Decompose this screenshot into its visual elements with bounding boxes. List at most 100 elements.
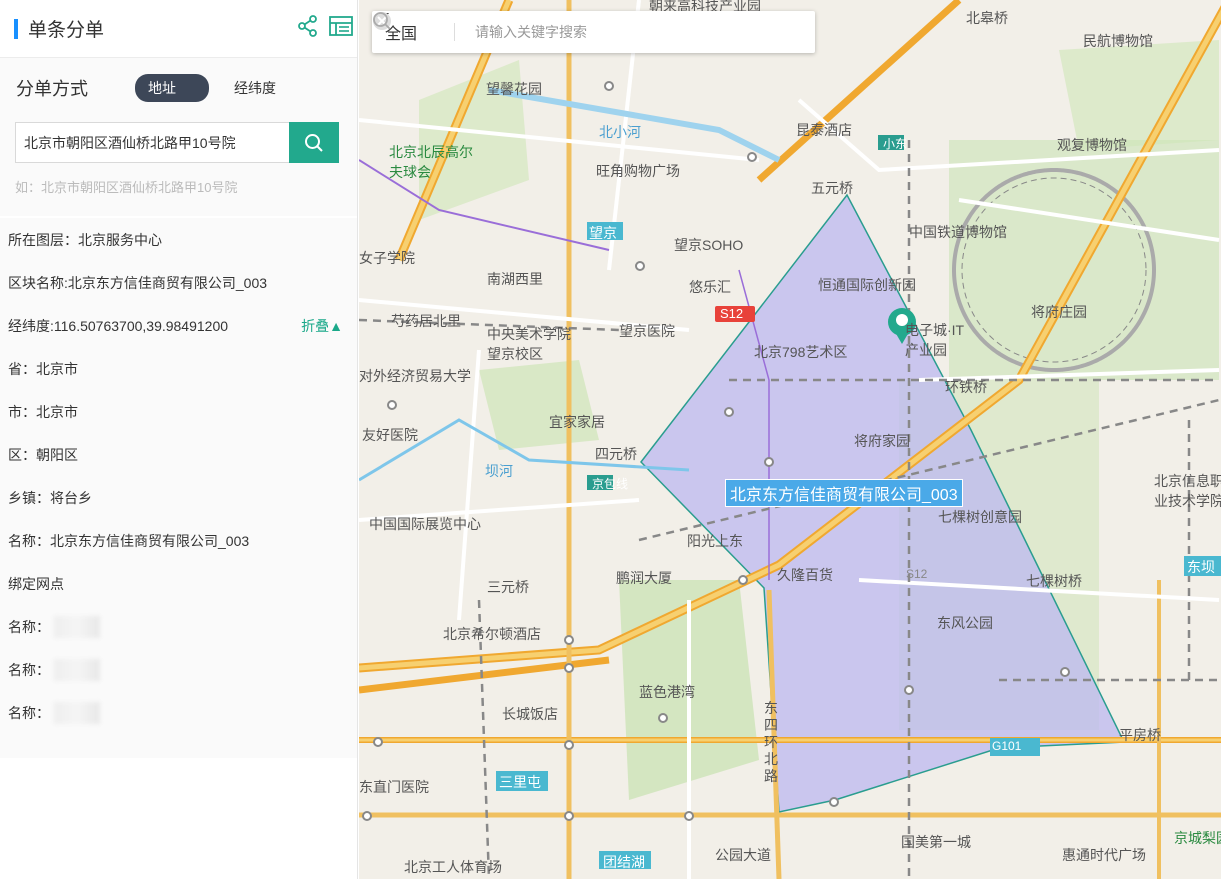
map-label: 芍药居北里 — [391, 313, 461, 329]
title-accent-bar — [14, 18, 18, 39]
search-icon — [305, 133, 323, 152]
info-province-text: 省：北京市 — [8, 360, 78, 377]
address-input[interactable] — [15, 122, 289, 163]
map-label: 东风公园 — [937, 615, 993, 631]
info-layer: 所在图层：北京服务中心 — [0, 218, 357, 261]
map-label: 北小河 — [599, 124, 641, 140]
info-layer-text: 所在图层：北京服务中心 — [8, 231, 162, 248]
map-label: 宜家家居 — [549, 414, 605, 430]
split-mode-label: 分单方式 — [16, 79, 88, 99]
map-label: 环铁桥 — [945, 379, 987, 395]
map-label: 四元桥 — [595, 446, 637, 462]
info-city: 市：北京市 — [0, 390, 357, 433]
map-label: 京城梨园 — [1174, 830, 1221, 846]
map-label: 对外经济贸易大学 — [359, 368, 471, 384]
info-name: 名称：北京东方信佳商贸有限公司_003 — [0, 519, 357, 562]
map-label: 久隆百货 — [777, 567, 833, 583]
info-bound-points-text: 绑定网点 — [8, 575, 64, 592]
bound-point-name-label: 名称： — [8, 661, 50, 678]
map-label: 中国铁道博物馆 — [909, 224, 1007, 240]
map-label: 民航博物馆 — [1083, 33, 1153, 49]
map-canvas — [359, 0, 1221, 879]
map-search-input[interactable]: 请输入关键字搜索 — [475, 22, 815, 42]
address-search-box — [15, 122, 339, 163]
road-tag-s12-2: 京包线 — [592, 477, 629, 491]
map-label: 中央美术学院望京校区 — [487, 326, 571, 362]
map-label: 北京希尔顿酒店 — [443, 626, 541, 642]
address-hint: 如：北京市朝阳区酒仙桥北路甲10号院 — [15, 180, 238, 195]
map-label: 公园大道 — [715, 847, 771, 863]
map-label: 坝河 — [485, 463, 513, 479]
split-mode-toggle: 地址 经纬度 — [135, 74, 276, 102]
split-panel: 单条分单 分单方式 地址 经纬度 北京市朝阳区酒仙桥北路甲10号院 如：北京市朝… — [0, 0, 358, 879]
map-label: 北皋桥 — [966, 10, 1008, 26]
info-latlng-text: 经纬度:116.50763700,39.98491200 — [8, 317, 229, 334]
toggle-latlng[interactable]: 经纬度 — [234, 78, 276, 98]
bound-point-name-label: 名称： — [8, 704, 50, 721]
map-label: 将府庄园 — [1031, 304, 1087, 320]
header-icons — [297, 15, 353, 37]
app: 单条分单 分单方式 地址 经纬度 北京市朝阳区酒仙桥北路甲10号院 如：北京市朝… — [0, 0, 1221, 879]
road-tag-g101: S12 — [720, 306, 744, 321]
toggle-address[interactable]: 地址 — [135, 74, 209, 102]
map-label: 团结湖 — [603, 854, 645, 870]
map-label: 蓝色港湾 — [639, 684, 695, 700]
map-label: 三里屯 — [499, 774, 541, 790]
map-label: 望馨花园 — [486, 81, 542, 97]
map-view[interactable]: S12 小东 京包线 朝来高科技产业园 北皋桥 民航博物馆 望馨花园 北京北辰高… — [359, 0, 1221, 879]
map-label: 阳光上东 — [687, 533, 743, 549]
map-label: 望京医院 — [619, 323, 675, 339]
map-label: 七棵树桥 — [1026, 573, 1082, 589]
map-label: 昆泰酒店 — [796, 122, 852, 138]
map-label: 七棵树创意园 — [938, 509, 1022, 525]
address-search-area: 如：北京市朝阳区酒仙桥北路甲10号院 — [0, 118, 357, 216]
map-label: 北京信息职业技术学院 — [1154, 473, 1221, 509]
info-name-text: 名称：北京东方信佳商贸有限公司_003 — [8, 532, 250, 549]
map-label: 东坝 — [1187, 559, 1215, 575]
polygon-label[interactable]: 北京东方信佳商贸有限公司_003 — [725, 479, 963, 507]
map-label: S12 — [906, 567, 928, 581]
info-latlng: 经纬度:116.50763700,39.98491200 折叠▲ — [0, 304, 357, 347]
map-label: 惠通时代广场 — [1062, 847, 1146, 863]
map-label: 将府家园 — [854, 433, 910, 449]
map-label: 鹏润大厦 — [616, 570, 672, 586]
search-icon[interactable] — [372, 11, 392, 31]
bound-point-2: 名称： — [0, 648, 357, 691]
redacted-value — [54, 615, 100, 638]
road-tag-s12: 小东 — [883, 137, 908, 151]
map-label: 三元桥 — [487, 579, 529, 595]
map-label: G101 — [992, 739, 1022, 753]
map-label: 望京 — [589, 225, 617, 241]
map-label: 望京SOHO — [674, 237, 744, 253]
table-icon[interactable] — [329, 15, 353, 37]
share-icon[interactable] — [297, 15, 319, 37]
redacted-value — [54, 701, 100, 724]
map-label: 旺角购物广场 — [596, 163, 680, 179]
bound-point-1: 名称： — [0, 605, 357, 648]
info-district-text: 区：朝阳区 — [8, 446, 78, 463]
panel-header: 单条分单 — [0, 0, 357, 58]
map-label: 观复博物馆 — [1057, 137, 1127, 153]
map-label: 友好医院 — [362, 427, 418, 443]
panel-title: 单条分单 — [28, 20, 105, 41]
map-label: 五元桥 — [811, 180, 853, 196]
result-info: 所在图层：北京服务中心 区块名称:北京东方信佳商贸有限公司_003 经纬度:11… — [0, 218, 357, 758]
map-label: 北京北辰高尔夫球会 — [389, 144, 473, 180]
map-label: 东直门医院 — [359, 779, 429, 795]
search-button[interactable] — [289, 122, 339, 163]
fold-toggle[interactable]: 折叠▲ — [301, 316, 343, 336]
info-bound-points: 绑定网点 — [0, 562, 357, 605]
map-label: 电子城·IT产业园 — [905, 322, 965, 358]
map-label: 南湖西里 — [487, 271, 543, 287]
info-block-name: 区块名称:北京东方信佳商贸有限公司_003 — [0, 261, 357, 304]
map-label: 东四环北路 — [764, 700, 778, 784]
info-province: 省：北京市 — [0, 347, 357, 390]
redacted-value — [54, 658, 100, 681]
info-city-text: 市：北京市 — [8, 403, 78, 420]
info-district: 区：朝阳区 — [0, 433, 357, 476]
info-town-text: 乡镇：将台乡 — [8, 489, 92, 506]
info-town: 乡镇：将台乡 — [0, 476, 357, 519]
search-separator — [454, 23, 455, 41]
map-label: 北京798艺术区 — [754, 344, 848, 360]
map-label: 女子学院 — [359, 250, 415, 266]
